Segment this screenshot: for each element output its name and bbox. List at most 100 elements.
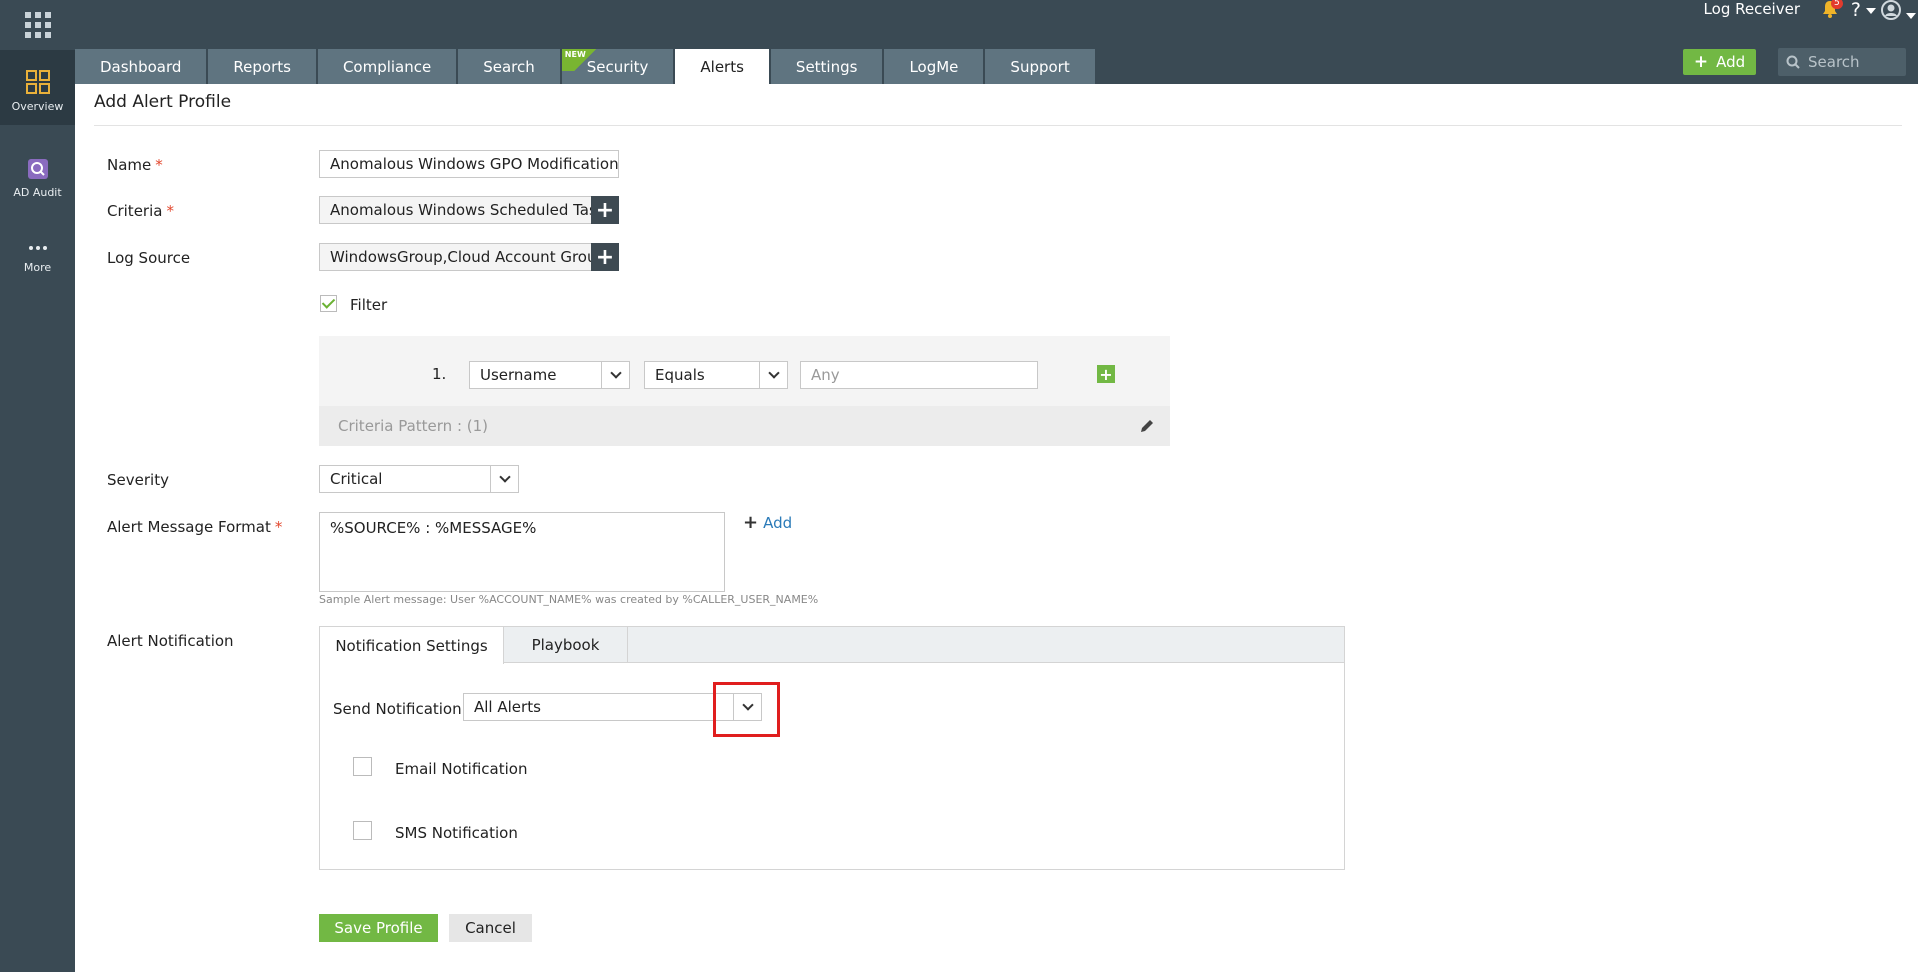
rail-item-label: More (23, 261, 52, 274)
log-receiver-link[interactable]: Log Receiver (1704, 0, 1800, 18)
rail-item-more[interactable]: More (0, 233, 75, 274)
tab-label: Alerts (700, 57, 744, 76)
add-button[interactable]: + Add (1683, 49, 1756, 75)
app-grid-icon (24, 12, 51, 38)
title-divider (94, 125, 1902, 126)
required-asterisk: * (155, 156, 163, 174)
plus-icon: + (1099, 364, 1113, 384)
save-profile-button[interactable]: Save Profile (319, 914, 438, 942)
tab-label: Reports (233, 57, 291, 76)
tab-label: Compliance (342, 57, 432, 76)
dashboard-grid-icon (25, 70, 50, 94)
plus-icon: + (595, 197, 615, 223)
criteria-input[interactable]: Anomalous Windows Scheduled Task (319, 196, 592, 224)
rail-item-overview[interactable]: Overview (0, 50, 75, 125)
tab-label: Support (1010, 57, 1070, 76)
global-search-input[interactable]: Search (1778, 48, 1906, 76)
required-asterisk: * (166, 202, 174, 220)
rail-item-label: AD Audit (13, 186, 62, 199)
message-format-value: %SOURCE% : %MESSAGE% (330, 519, 537, 537)
plus-icon: + (743, 512, 759, 533)
plus-icon: + (1693, 52, 1709, 72)
send-notification-value: All Alerts (474, 698, 541, 716)
tab-logme[interactable]: LogMe (884, 49, 984, 84)
filter-field-select[interactable]: Username (469, 361, 630, 389)
filter-checkbox[interactable] (320, 295, 337, 312)
send-notification-label: Send Notification (333, 700, 462, 718)
edit-pencil-icon[interactable] (1140, 419, 1154, 433)
dropdown-toggle[interactable] (759, 362, 787, 388)
caret-down-icon (1906, 12, 1916, 19)
email-notification-label: Email Notification (395, 760, 528, 778)
tab-reports[interactable]: Reports (208, 49, 316, 84)
notification-panel: Notification Settings Playbook Send Noti… (319, 626, 1345, 870)
left-rail: Overview AD Audit More (0, 0, 75, 972)
user-avatar-icon (1881, 0, 1901, 20)
filter-row-number: 1. (432, 365, 447, 383)
filter-operator-select[interactable]: Equals (644, 361, 788, 389)
tab-playbook[interactable]: Playbook (504, 627, 628, 663)
tab-support[interactable]: Support (985, 49, 1095, 84)
chevron-down-icon (767, 367, 780, 379)
dropdown-toggle[interactable] (601, 362, 629, 388)
new-badge-label: NEW (564, 50, 586, 59)
notification-tabs: Notification Settings Playbook (320, 627, 1344, 664)
utility-bar: Log Receiver 5 ? (1518, 0, 1918, 22)
cancel-button-label: Cancel (465, 919, 516, 937)
tab-label: Settings (795, 57, 858, 76)
add-message-variable-link[interactable]: + Add (743, 512, 792, 533)
highlight-box (713, 682, 780, 737)
tab-security[interactable]: NEW Security (561, 49, 674, 84)
help-menu-button[interactable]: ? (1851, 0, 1876, 21)
tab-dashboard[interactable]: Dashboard (75, 49, 207, 84)
ad-audit-icon (27, 159, 48, 179)
tab-notification-settings[interactable]: Notification Settings (320, 627, 504, 664)
criteria-label: Criteria * (107, 202, 174, 220)
sms-notification-checkbox[interactable] (353, 821, 372, 840)
tab-settings[interactable]: Settings (770, 49, 883, 84)
message-format-label: Alert Message Format * (107, 518, 282, 536)
add-link-label: Add (763, 514, 793, 532)
tab-compliance[interactable]: Compliance (317, 49, 457, 84)
log-source-input[interactable]: WindowsGroup,Cloud Account Group (319, 243, 592, 271)
chevron-down-icon (609, 367, 622, 379)
email-notification-checkbox[interactable] (353, 757, 372, 776)
new-badge: NEW (561, 49, 602, 71)
more-dots-icon (28, 246, 47, 250)
rail-item-label: Overview (11, 100, 64, 113)
rail-item-ad-audit[interactable]: AD Audit (0, 150, 75, 199)
severity-label: Severity (107, 471, 169, 489)
chevron-down-icon (498, 471, 511, 483)
tab-search[interactable]: Search (458, 49, 560, 84)
tab-label: Search (483, 57, 535, 76)
criteria-input-value: Anomalous Windows Scheduled Task (330, 201, 592, 219)
add-log-source-button[interactable]: + (591, 243, 619, 271)
tab-alerts[interactable]: Alerts (675, 49, 769, 84)
tab-label: Playbook (531, 636, 600, 654)
user-menu-button[interactable] (1881, 0, 1916, 24)
message-format-label-text: Alert Message Format (107, 518, 271, 536)
dropdown-toggle[interactable] (490, 466, 518, 492)
notifications-button[interactable]: 5 (1822, 0, 1843, 22)
add-criteria-button[interactable]: + (591, 196, 619, 224)
tab-label: Notification Settings (335, 636, 488, 655)
sms-notification-label: SMS Notification (395, 824, 518, 842)
criteria-label-text: Criteria (107, 202, 163, 220)
plus-icon: + (595, 244, 615, 270)
name-input-value: Anomalous Windows GPO Modification (330, 155, 619, 173)
filter-operator-value: Equals (655, 366, 705, 384)
filter-label: Filter (350, 296, 388, 314)
cancel-button[interactable]: Cancel (449, 914, 532, 942)
severity-select[interactable]: Critical (319, 465, 519, 493)
main-nav-tabs: Dashboard Reports Compliance Search NEW … (75, 49, 1097, 84)
name-input[interactable]: Anomalous Windows GPO Modification (319, 150, 619, 178)
app-launcher-button[interactable] (0, 0, 75, 50)
add-button-label: Add (1716, 53, 1746, 71)
message-format-textarea[interactable]: %SOURCE% : %MESSAGE% (319, 512, 725, 592)
filter-value-input[interactable]: Any (800, 361, 1038, 389)
caret-down-icon (1866, 7, 1876, 14)
page-title: Add Alert Profile (94, 92, 232, 112)
name-label-text: Name (107, 156, 152, 174)
search-placeholder: Search (1808, 53, 1860, 71)
add-filter-row-button[interactable]: + (1097, 364, 1115, 384)
